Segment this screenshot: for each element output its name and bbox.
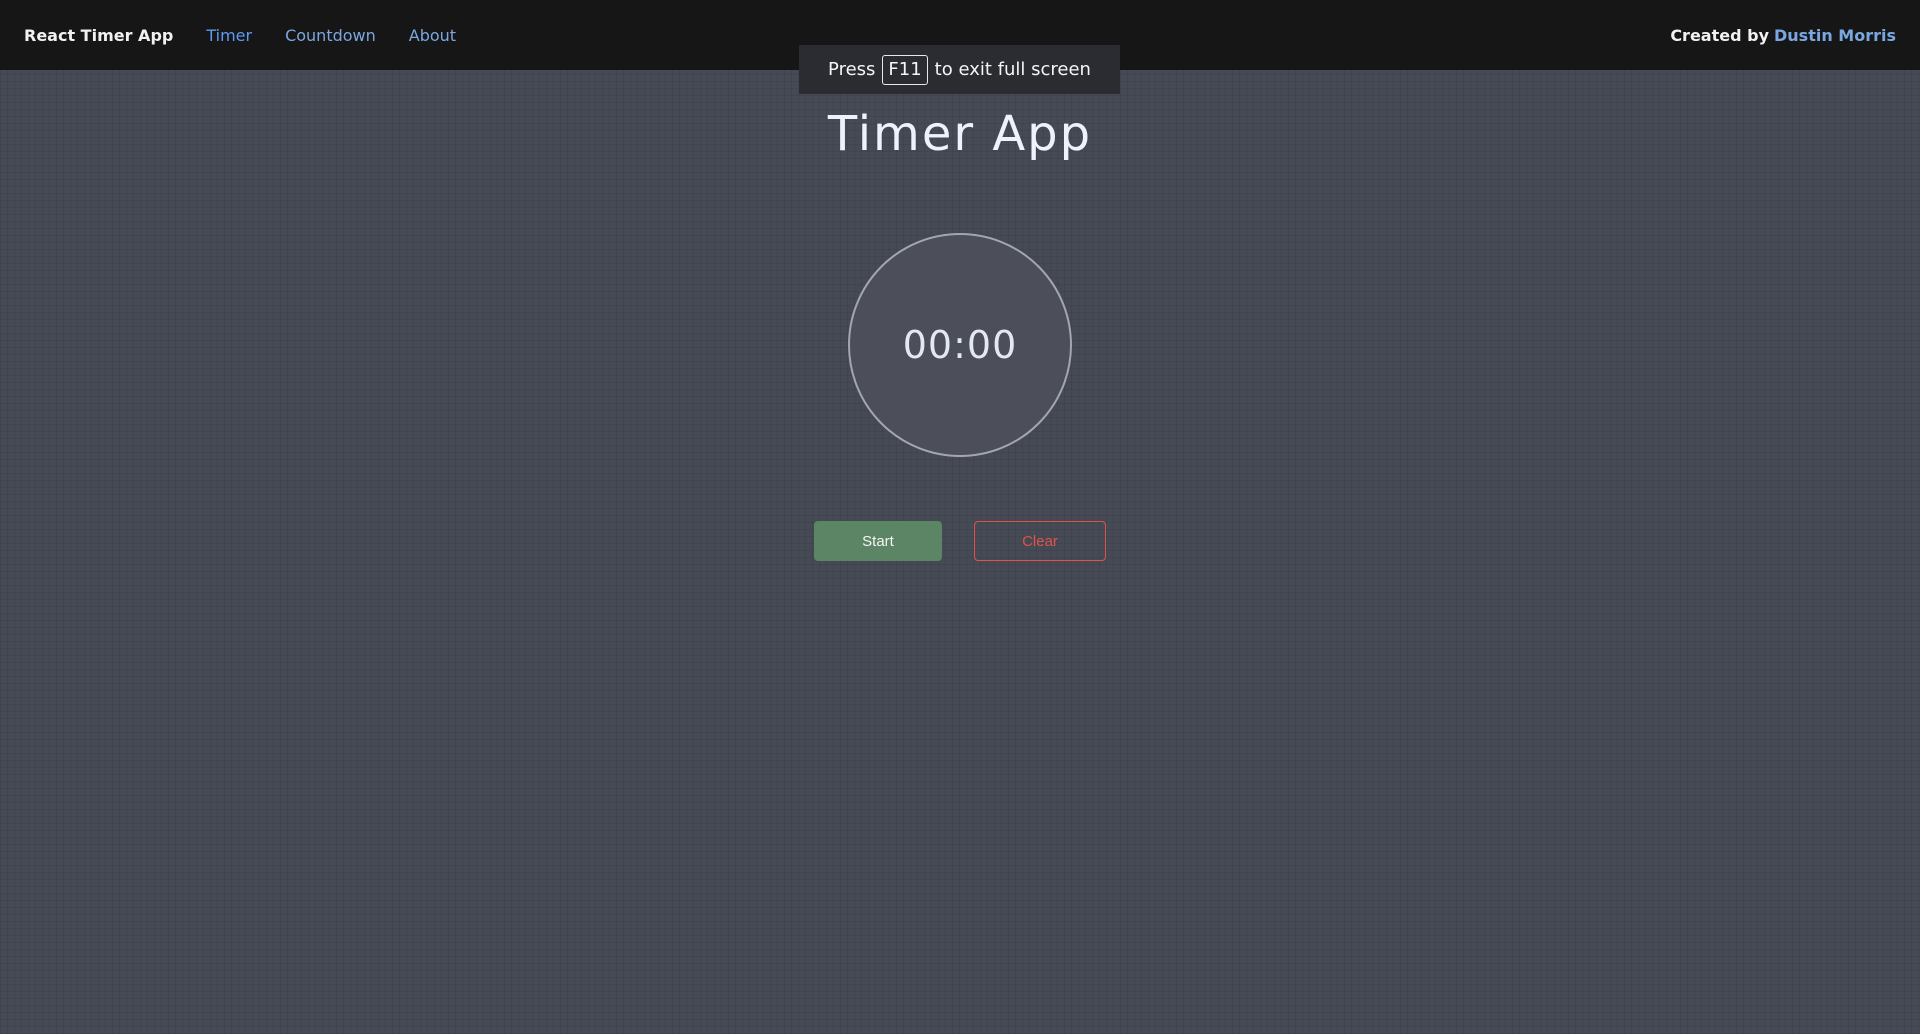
author-link[interactable]: Dustin Morris (1774, 26, 1896, 45)
timer-clock-circle: 00:00 (848, 233, 1072, 457)
author-credit: Created by Dustin Morris (1670, 26, 1896, 45)
nav-link-countdown[interactable]: Countdown (285, 26, 376, 45)
nav-link-about[interactable]: About (409, 26, 456, 45)
brand-title: React Timer App (24, 25, 174, 45)
nav-link-timer[interactable]: Timer (206, 26, 252, 45)
fullscreen-notice: Press F11 to exit full screen (799, 45, 1120, 94)
page-title: Timer App (827, 106, 1093, 162)
fullscreen-notice-suffix: to exit full screen (934, 59, 1091, 80)
start-button[interactable]: Start (814, 521, 942, 561)
clear-button[interactable]: Clear (974, 521, 1106, 561)
timer-display: 00:00 (902, 323, 1018, 367)
f11-key-badge: F11 (882, 54, 928, 85)
credit-prefix: Created by (1670, 25, 1769, 45)
fullscreen-notice-prefix: Press (828, 59, 876, 80)
